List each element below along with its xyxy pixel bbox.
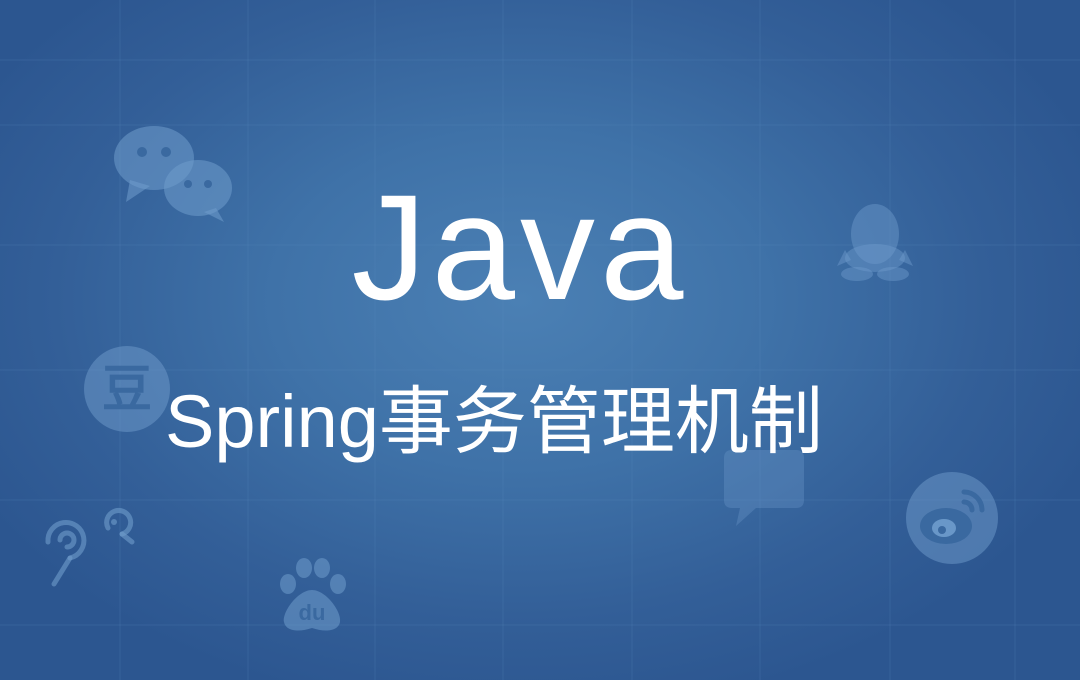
background-grid [0, 0, 1080, 680]
weibo-icon [906, 472, 998, 564]
douban-glyph: 豆 [102, 360, 152, 418]
podcast-icon [45, 507, 135, 587]
baidu-glyph: du [298, 600, 326, 625]
baidu-icon: du [276, 556, 348, 634]
douban-icon: 豆 [84, 346, 170, 432]
subtitle: Spring事务管理机制 [165, 380, 823, 463]
title: Java [351, 163, 689, 331]
cover-slide: 豆 du Java Spring事务管理机制 [0, 0, 1080, 680]
